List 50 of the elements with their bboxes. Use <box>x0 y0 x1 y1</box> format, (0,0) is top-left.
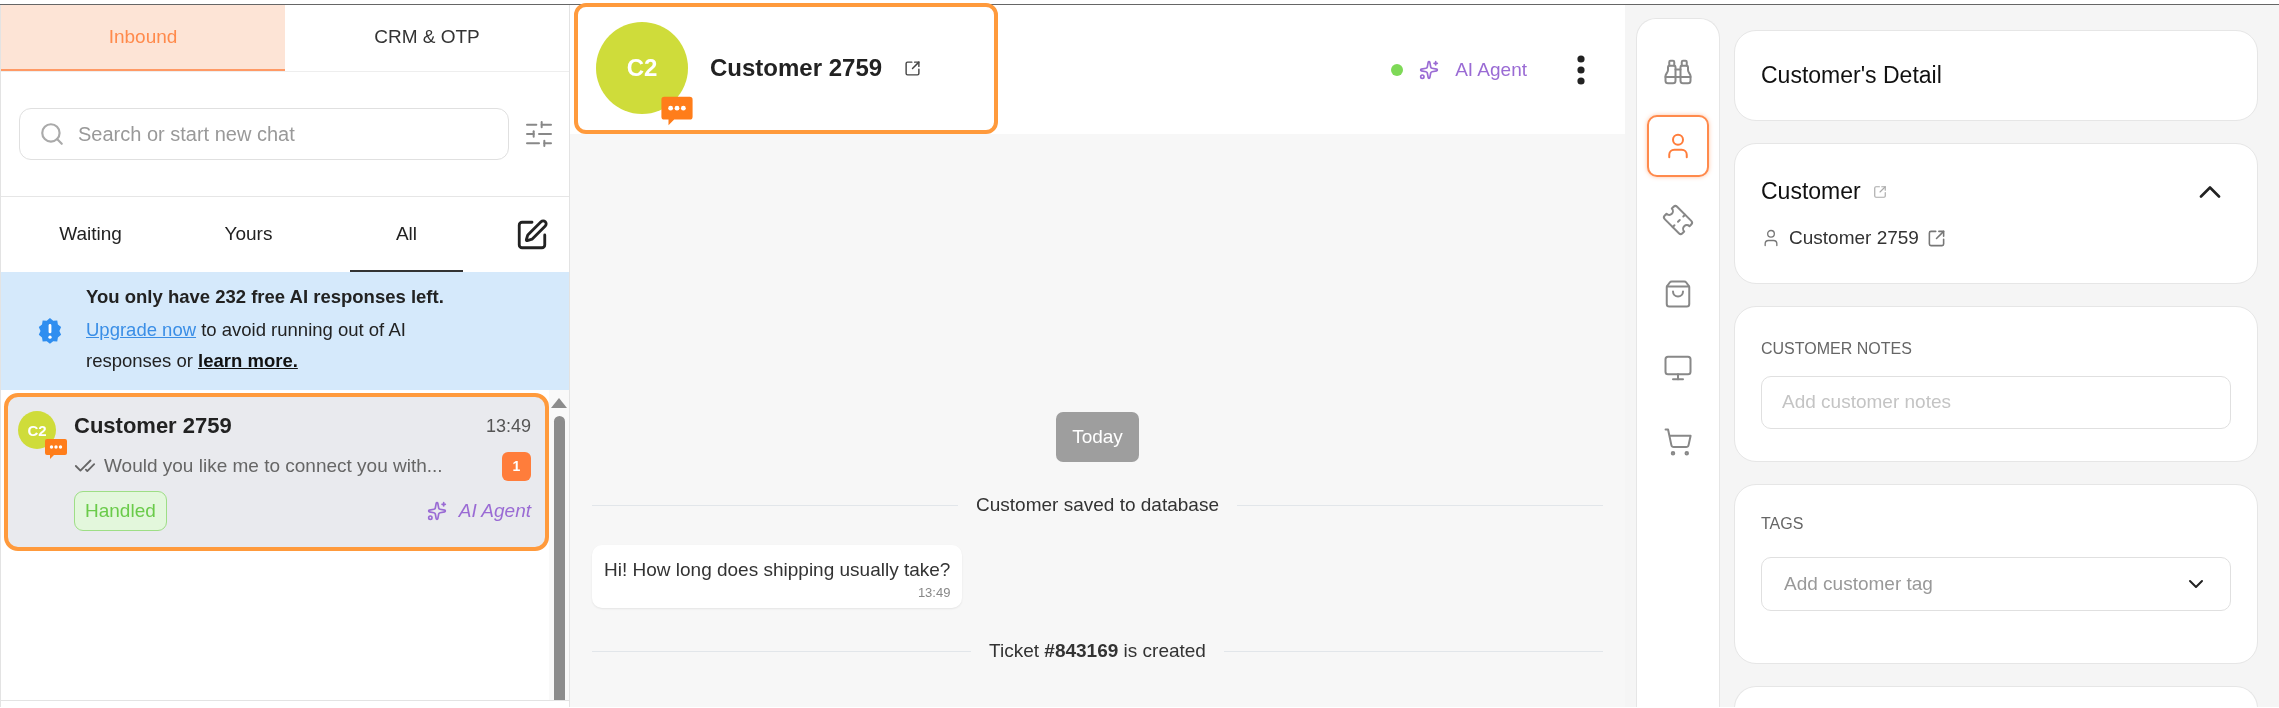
date-pill: Today <box>1056 412 1139 462</box>
contact-name: Customer 2759 <box>710 54 883 82</box>
field-label: TAGS <box>1761 515 1805 533</box>
rail-button[interactable] <box>1647 115 1709 177</box>
search-icon <box>39 121 65 147</box>
status-tag: Handled <box>74 491 167 531</box>
chat-time: 13:49 <box>485 415 531 437</box>
external-link-icon[interactable] <box>904 59 922 77</box>
filter-tab[interactable]: Waiting <box>34 197 147 272</box>
banner-text: Upgrade now to avoid running out of AI responses or learn more. <box>86 318 407 373</box>
sparkle-icon <box>426 501 447 521</box>
collapse-button[interactable] <box>2199 185 2221 198</box>
agent-name: AI Agent <box>458 500 531 522</box>
event-text: Ticket #843169 is created <box>989 640 1206 662</box>
scrollbar[interactable] <box>549 390 569 700</box>
cart-icon <box>1663 427 1693 457</box>
message-time: 13:49 <box>917 585 951 600</box>
alert-icon <box>36 317 64 345</box>
chat-badge-icon <box>44 437 68 461</box>
sparkle-icon <box>1419 59 1440 80</box>
field-label: CUSTOMER NOTES <box>1761 339 1913 358</box>
compose-button[interactable] <box>515 217 549 252</box>
sliders-icon <box>523 118 555 150</box>
filter-tab[interactable]: Yours <box>192 197 305 272</box>
chevron-up-icon <box>2199 185 2221 198</box>
more-button[interactable] <box>1577 54 1585 85</box>
kebab-menu-icon <box>1577 54 1585 85</box>
card-title: Customer's Detail <box>1761 62 1943 89</box>
agent-name: AI Agent <box>1455 58 1527 81</box>
notes-field[interactable]: Add customer notes <box>1761 375 2231 429</box>
message-preview: Would you like me to connect you with... <box>104 455 443 477</box>
learn-more-link[interactable]: learn more. <box>198 350 298 371</box>
binoculars-icon <box>1663 57 1693 87</box>
unread-count: 1 <box>502 451 531 481</box>
chat-item[interactable]: C2 Customer 2759 13:49 Would you like me to connect you with... 1 Handled AI Agent <box>4 393 549 551</box>
customer-name: Customer 2759 <box>1789 227 1919 249</box>
compose-icon <box>515 217 549 252</box>
avatar: C2 <box>596 22 688 114</box>
search-field[interactable]: Search or start new chat <box>19 108 509 160</box>
external-link-icon[interactable] <box>1926 228 1946 248</box>
chat-name: Customer 2759 <box>74 413 232 439</box>
filter-button[interactable] <box>523 118 555 150</box>
banner-title: You only have 232 free AI responses left. <box>86 286 445 308</box>
monitor-icon <box>1663 353 1693 383</box>
avatar: C2 <box>18 411 56 449</box>
bag-icon <box>1663 279 1693 309</box>
scroll-up-arrow-icon[interactable] <box>551 398 567 408</box>
event-text: Customer saved to database <box>976 494 1219 516</box>
card-title: Customer <box>1761 178 1861 205</box>
message-text: Hi! How long does shipping usually take? <box>604 559 951 581</box>
